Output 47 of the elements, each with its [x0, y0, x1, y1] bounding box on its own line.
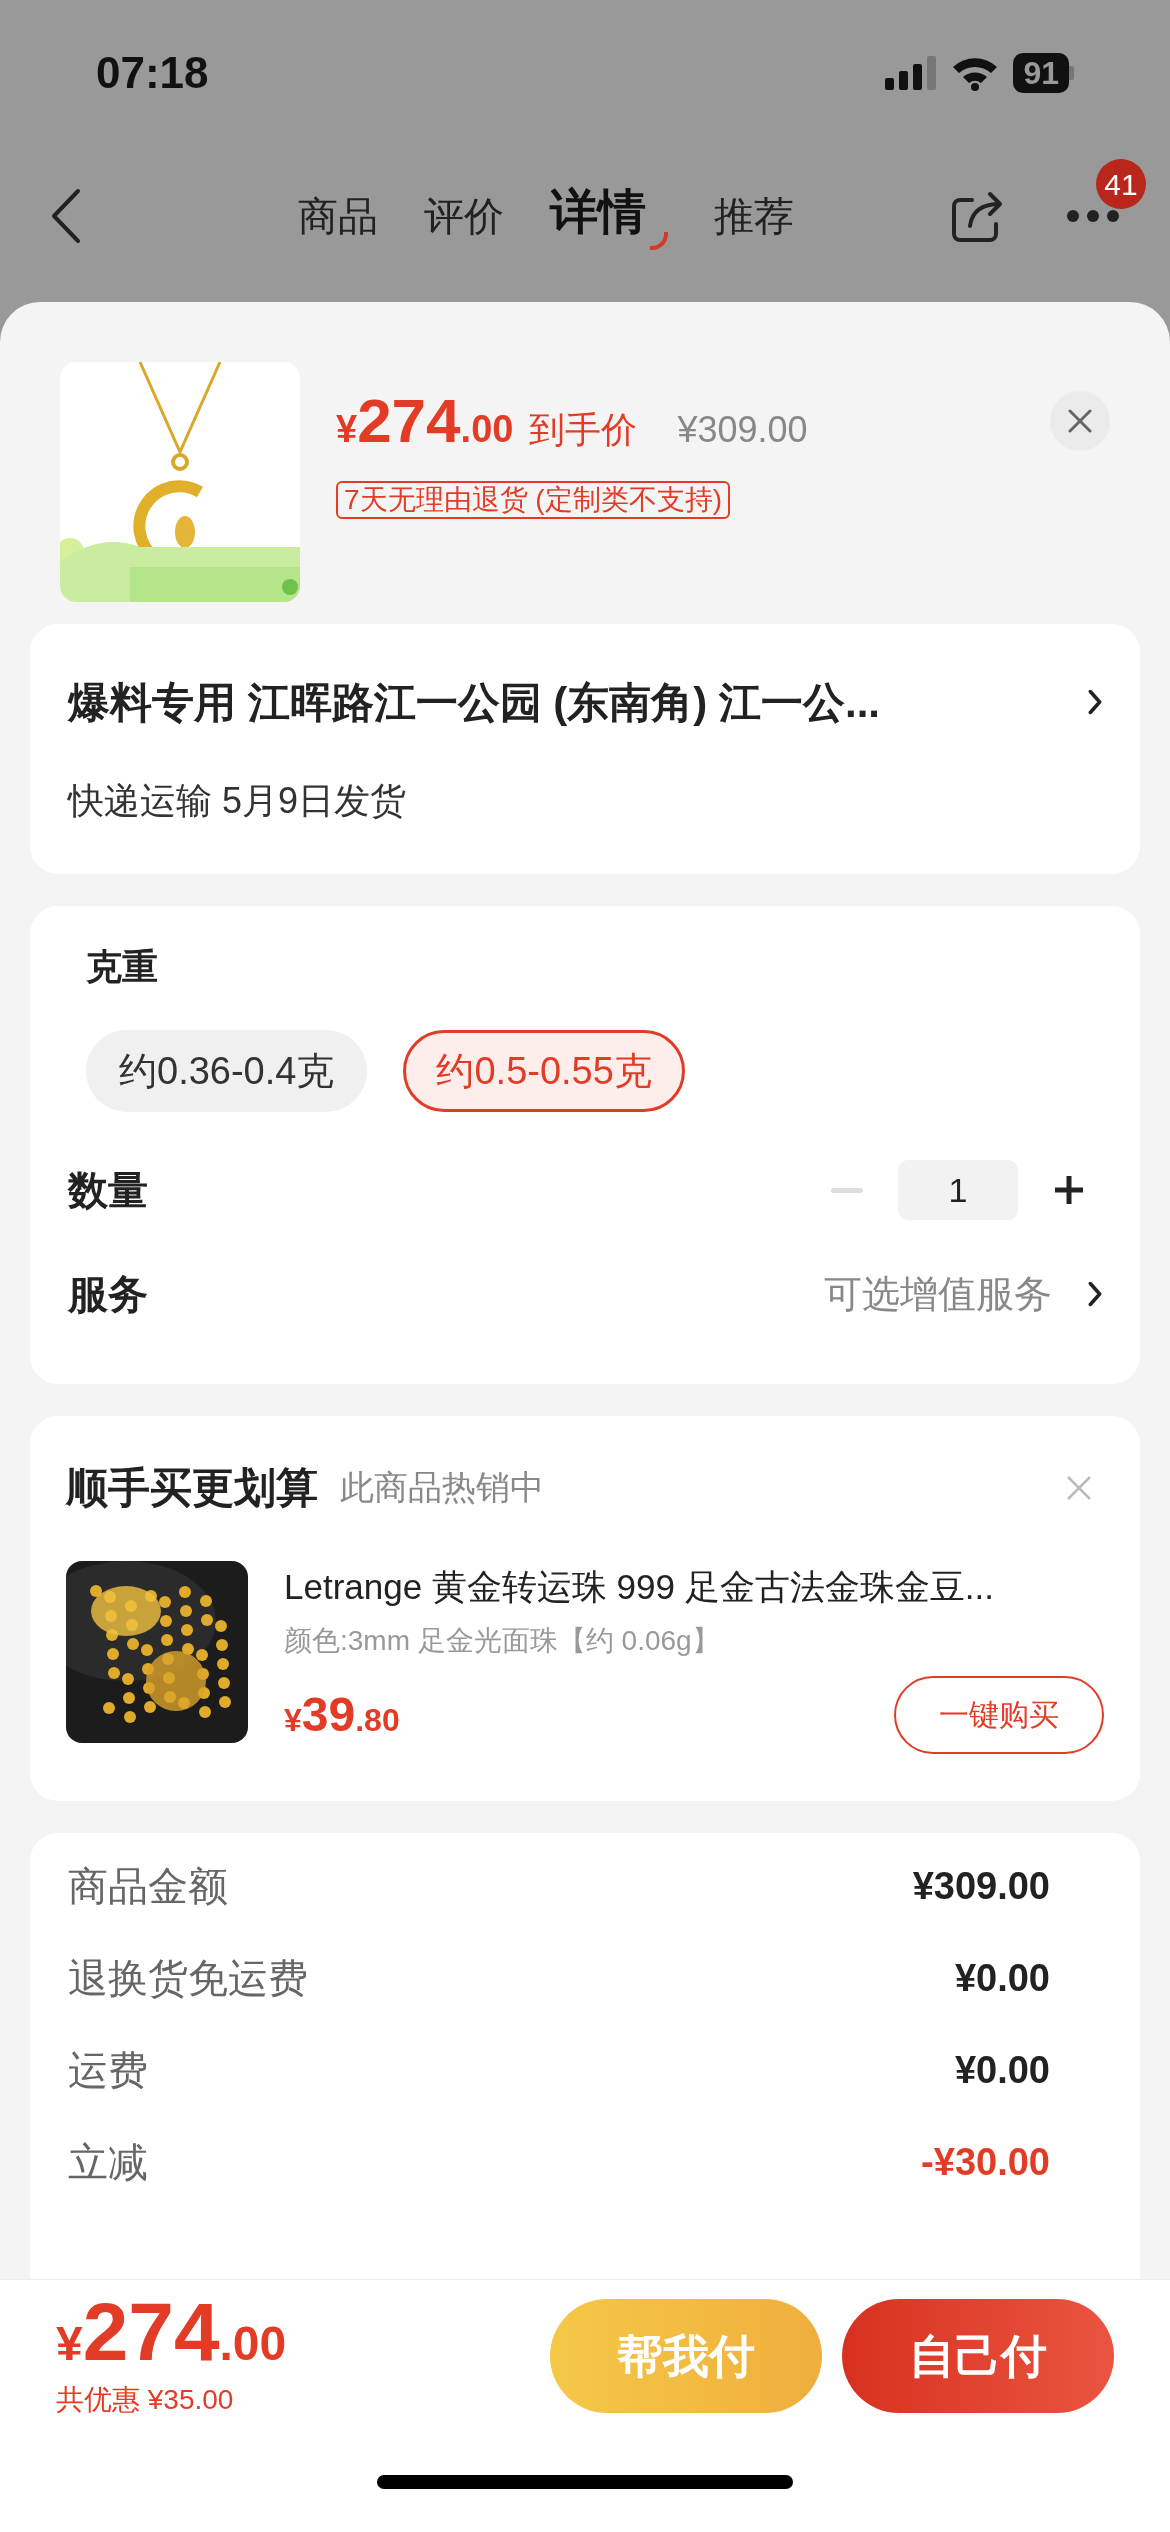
- address-card[interactable]: 爆料专用 江晖路江一公园 (东南角) 江一公... 快递运输 5月9日发货: [30, 624, 1140, 874]
- price-label: 到手价: [529, 408, 638, 452]
- pay-button[interactable]: 自己付: [842, 2299, 1114, 2413]
- service-value[interactable]: 可选增值服务: [824, 1265, 1052, 1323]
- quantity-label: 数量: [68, 1167, 148, 1214]
- wifi-icon: [951, 55, 1000, 91]
- summary-label: 立减: [68, 2139, 148, 2186]
- summary-label: 退换货免运费: [68, 1955, 308, 2002]
- weight-chip[interactable]: 约0.36-0.4克: [86, 1030, 368, 1112]
- back-icon[interactable]: [50, 187, 82, 245]
- original-price: ¥309.00: [677, 408, 808, 452]
- notification-badge: 41: [1096, 159, 1146, 209]
- more-icon[interactable]: [1066, 209, 1120, 223]
- close-icon: [1068, 408, 1092, 433]
- summary-label: 商品金额: [68, 1863, 228, 1910]
- summary-value: ¥0.00: [954, 2047, 1050, 2093]
- nav-tab[interactable]: 评价: [424, 186, 504, 246]
- battery-level: 91: [1013, 53, 1069, 93]
- summary-value: -¥30.00: [921, 2139, 1050, 2185]
- summary-value: ¥309.00: [912, 1863, 1050, 1909]
- return-policy-tag: 7天无理由退货 (定制类不支持): [336, 481, 730, 519]
- summary-value: ¥0.00: [954, 1955, 1050, 2001]
- nav-tab[interactable]: 商品: [298, 186, 378, 246]
- status-time: 07:18: [96, 47, 209, 99]
- total-price: ¥274.00: [56, 2291, 288, 2373]
- weight-chip[interactable]: 约0.5-0.55克: [403, 1030, 685, 1112]
- quantity-field[interactable]: 1: [898, 1160, 1018, 1220]
- nav-tab[interactable]: 推荐: [714, 186, 794, 246]
- upsell-price: ¥39.80: [284, 1686, 400, 1743]
- summary-label: 运费: [68, 2047, 148, 2094]
- total-savings: 共优惠 ¥35.00: [56, 2383, 235, 2417]
- chevron-right-icon: [1088, 689, 1102, 715]
- plus-icon: [1053, 1174, 1085, 1206]
- address-text: 爆料专用 江晖路江一公园 (东南角) 江一公...: [68, 677, 880, 728]
- quick-buy-button[interactable]: 一键购买: [894, 1675, 1104, 1754]
- upsell-product-name[interactable]: Letrange 黄金转运珠 999 足金古法金珠金豆...: [284, 1561, 1104, 1614]
- upsell-subtitle: 此商品热销中: [340, 1467, 544, 1508]
- upsell-variant: 颜色:3mm 足金光面珠【约 0.06g】: [284, 1623, 721, 1658]
- chevron-right-icon: [1088, 1281, 1102, 1307]
- option-title: 克重: [85, 945, 159, 989]
- battery-tip-icon: [1069, 66, 1074, 80]
- signal-icon: [885, 56, 938, 90]
- upsell-title: 顺手买更划算: [66, 1463, 318, 1513]
- service-label: 服务: [68, 1271, 148, 1318]
- nav-tab[interactable]: 详情: [550, 182, 668, 250]
- shipping-info: 快递运输 5月9日发货: [68, 778, 408, 823]
- price: ¥274.00: [336, 385, 514, 457]
